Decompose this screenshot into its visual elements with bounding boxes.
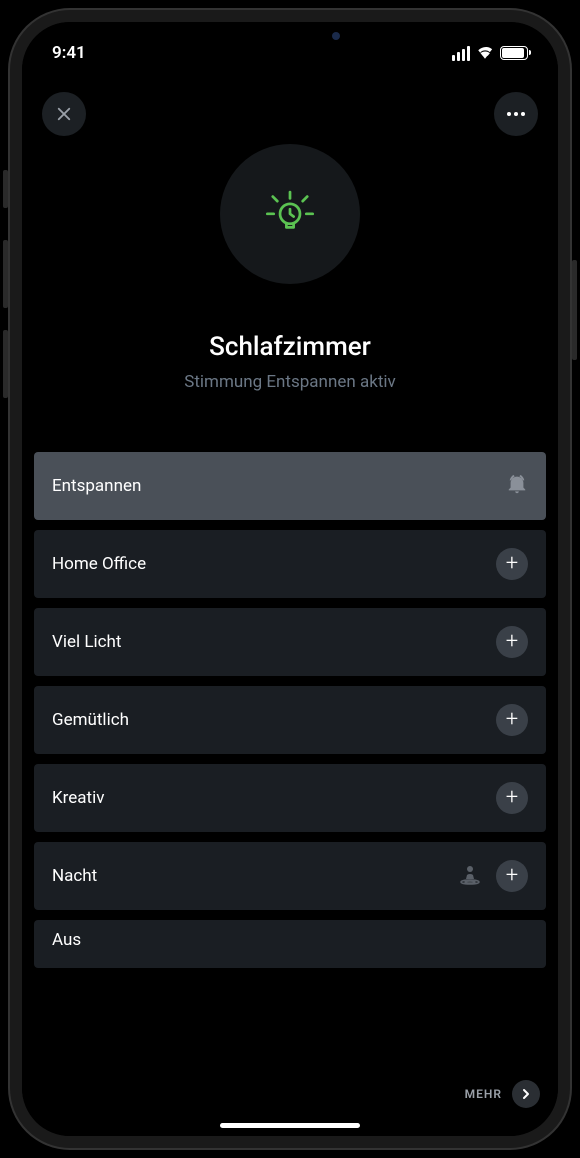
footer-label: MEHR: [465, 1087, 502, 1101]
close-button[interactable]: [42, 92, 86, 136]
screen: 9:41: [22, 22, 558, 1136]
scene-actions: +: [496, 626, 528, 658]
scene-item[interactable]: Nacht +: [34, 842, 546, 910]
add-button[interactable]: +: [496, 626, 528, 658]
more-icon: [507, 112, 525, 116]
scene-label: Gemütlich: [52, 710, 129, 730]
add-button[interactable]: +: [496, 548, 528, 580]
hero-section: Schlafzimmer Stimmung Entspannen aktiv: [22, 136, 558, 392]
scene-item[interactable]: Kreativ +: [34, 764, 546, 832]
content-area: Schlafzimmer Stimmung Entspannen aktiv E…: [22, 72, 558, 1136]
scene-actions: +: [458, 860, 528, 892]
scene-actions: +: [496, 548, 528, 580]
status-time: 9:41: [52, 43, 86, 63]
scene-label: Nacht: [52, 866, 97, 886]
scene-item[interactable]: Viel Licht +: [34, 608, 546, 676]
scene-label: Viel Licht: [52, 632, 121, 652]
footer-more[interactable]: MEHR: [465, 1080, 540, 1108]
scene-label: Home Office: [52, 554, 146, 574]
scene-actions: [506, 473, 528, 499]
add-button[interactable]: +: [496, 704, 528, 736]
cellular-icon: [452, 46, 470, 61]
presence-icon: [458, 862, 482, 890]
scene-item[interactable]: Aus: [34, 920, 546, 968]
add-button[interactable]: +: [496, 782, 528, 814]
home-indicator[interactable]: [220, 1123, 360, 1128]
scene-item[interactable]: Home Office +: [34, 530, 546, 598]
chevron-right-icon: [512, 1080, 540, 1108]
add-button[interactable]: +: [496, 860, 528, 892]
scene-label: Entspannen: [52, 476, 141, 496]
room-icon-circle[interactable]: [220, 144, 360, 284]
scene-list: EntspannenHome Office+Viel Licht+Gemütli…: [22, 452, 558, 968]
more-button[interactable]: [494, 92, 538, 136]
alarm-clock-icon: [506, 473, 528, 499]
battery-icon: [500, 46, 528, 60]
room-subtitle: Stimmung Entspannen aktiv: [184, 372, 396, 392]
scene-label: Aus: [52, 930, 81, 950]
wifi-icon: [476, 44, 494, 63]
scene-item[interactable]: Entspannen: [34, 452, 546, 520]
top-bar: [22, 72, 558, 136]
scene-item[interactable]: Gemütlich +: [34, 686, 546, 754]
status-indicators: [452, 44, 528, 63]
notch: [190, 22, 390, 52]
device-frame: 9:41: [10, 10, 570, 1148]
lightbulb-icon: [261, 183, 319, 245]
scene-actions: +: [496, 704, 528, 736]
scene-actions: +: [496, 782, 528, 814]
room-title: Schlafzimmer: [209, 332, 371, 362]
scene-label: Kreativ: [52, 788, 104, 808]
